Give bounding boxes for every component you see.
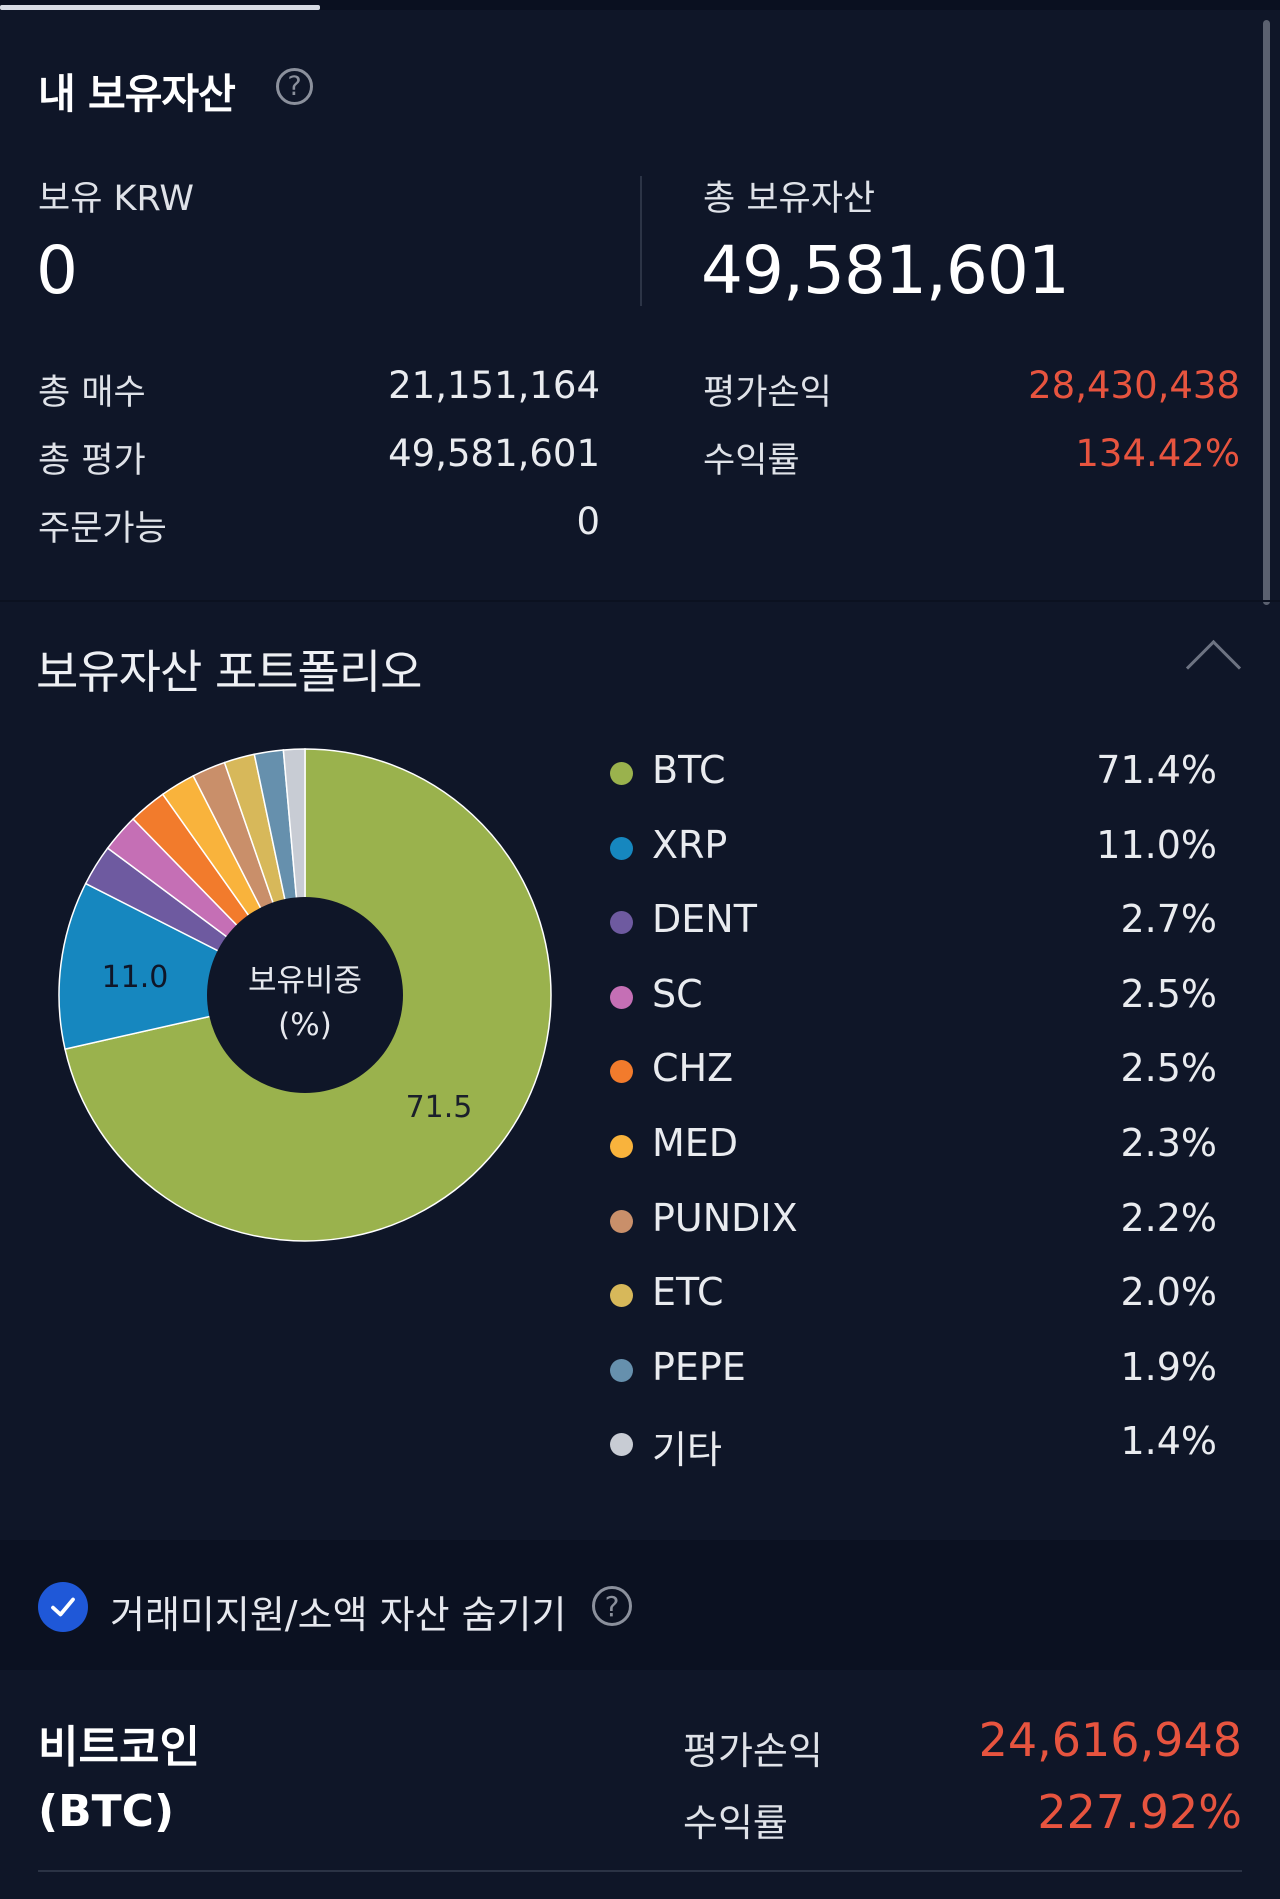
scrollbar[interactable]: [1263, 20, 1270, 605]
orderable-label: 주문가능: [38, 509, 167, 549]
legend-value: 1.9%: [1120, 1344, 1217, 1389]
row-divider: [38, 1870, 1242, 1872]
legend-dot: [610, 1060, 633, 1084]
donut-center-label: 보유비중: [248, 963, 362, 999]
total-assets-value: 49,581,601: [701, 232, 1070, 309]
coin-name[interactable]: 비트코인 (BTC): [38, 1716, 200, 1844]
portfolio-donut-chart: 보유비중 (%) 71.5 11.0: [58, 748, 552, 1242]
return-rate-label: 수익률: [703, 441, 800, 481]
total-eval-value: 49,581,601: [388, 432, 600, 475]
legend-name: MED: [652, 1121, 739, 1165]
legend-dot: [610, 762, 633, 785]
coin-rate-value: 227.92%: [1037, 1785, 1242, 1839]
krw-label: 보유 KRW: [38, 179, 194, 219]
legend-name: PUNDIX: [652, 1195, 798, 1240]
profit-loss-label: 평가손익: [703, 373, 832, 413]
hide-small-assets-label[interactable]: 거래미지원/소액 자산 숨기기: [110, 1584, 566, 1639]
legend-value: 2.3%: [1120, 1121, 1217, 1165]
page-title: 내 보유자산: [38, 70, 236, 118]
coin-pl-value: 24,616,948: [978, 1713, 1242, 1767]
legend-name: PEPE: [652, 1344, 746, 1389]
legend-name: XRP: [652, 822, 728, 867]
legend-name: BTC: [652, 748, 726, 792]
legend-name: CHZ: [652, 1046, 734, 1091]
legend-value: 1.4%: [1120, 1419, 1217, 1464]
legend-dot: [610, 836, 633, 860]
legend-dot: [610, 1135, 633, 1158]
chevron-up-icon[interactable]: [1185, 639, 1242, 696]
legend-dot: [610, 1433, 633, 1457]
help-icon[interactable]: ?: [276, 68, 313, 105]
legend-dot: [610, 1284, 633, 1308]
total-eval-label: 총 평가: [38, 441, 146, 481]
hide-small-assets-checkbox[interactable]: [38, 1582, 88, 1632]
legend-value: 71.4%: [1096, 748, 1217, 792]
coin-name-korean: 비트코인: [38, 1722, 200, 1773]
krw-value: 0: [36, 232, 78, 309]
portfolio-title: 보유자산 포트폴리오: [36, 645, 423, 699]
legend-dot: [610, 911, 633, 935]
coin-rate-label: 수익률: [683, 1801, 788, 1845]
tab-indicator: [0, 5, 320, 10]
orderable-value: 0: [576, 500, 600, 543]
coin-symbol: (BTC): [38, 1785, 175, 1837]
legend-name: SC: [652, 971, 703, 1016]
checkmark-icon: [51, 1597, 75, 1617]
section-divider: [0, 600, 1280, 602]
legend-value: 2.5%: [1120, 971, 1217, 1016]
profit-loss-value: 28,430,438: [1028, 364, 1240, 407]
legend-value: 11.0%: [1096, 822, 1217, 867]
legend-dot: [610, 1358, 633, 1382]
help-icon[interactable]: ?: [592, 1586, 632, 1626]
legend-value: 2.5%: [1120, 1046, 1217, 1091]
data-label-xrp: 11.0: [102, 960, 169, 995]
legend-value: 2.2%: [1120, 1195, 1217, 1240]
donut-center-unit: (%): [278, 1007, 332, 1043]
legend-dot: [610, 985, 633, 1009]
legend-name: DENT: [652, 897, 757, 942]
total-buy-label: 총 매수: [38, 373, 146, 413]
legend-value: 2.7%: [1120, 897, 1217, 942]
return-rate-value: 134.42%: [1075, 432, 1240, 475]
legend-value: 2.0%: [1120, 1270, 1217, 1315]
legend-name: 기타: [652, 1428, 722, 1473]
divider: [640, 176, 642, 306]
total-assets-label: 총 보유자산: [703, 179, 876, 219]
legend-dot: [610, 1209, 633, 1233]
legend-name: ETC: [652, 1270, 724, 1315]
total-buy-value: 21,151,164: [388, 364, 600, 407]
data-label-btc: 71.5: [406, 1090, 473, 1125]
coin-pl-label: 평가손익: [683, 1729, 823, 1773]
